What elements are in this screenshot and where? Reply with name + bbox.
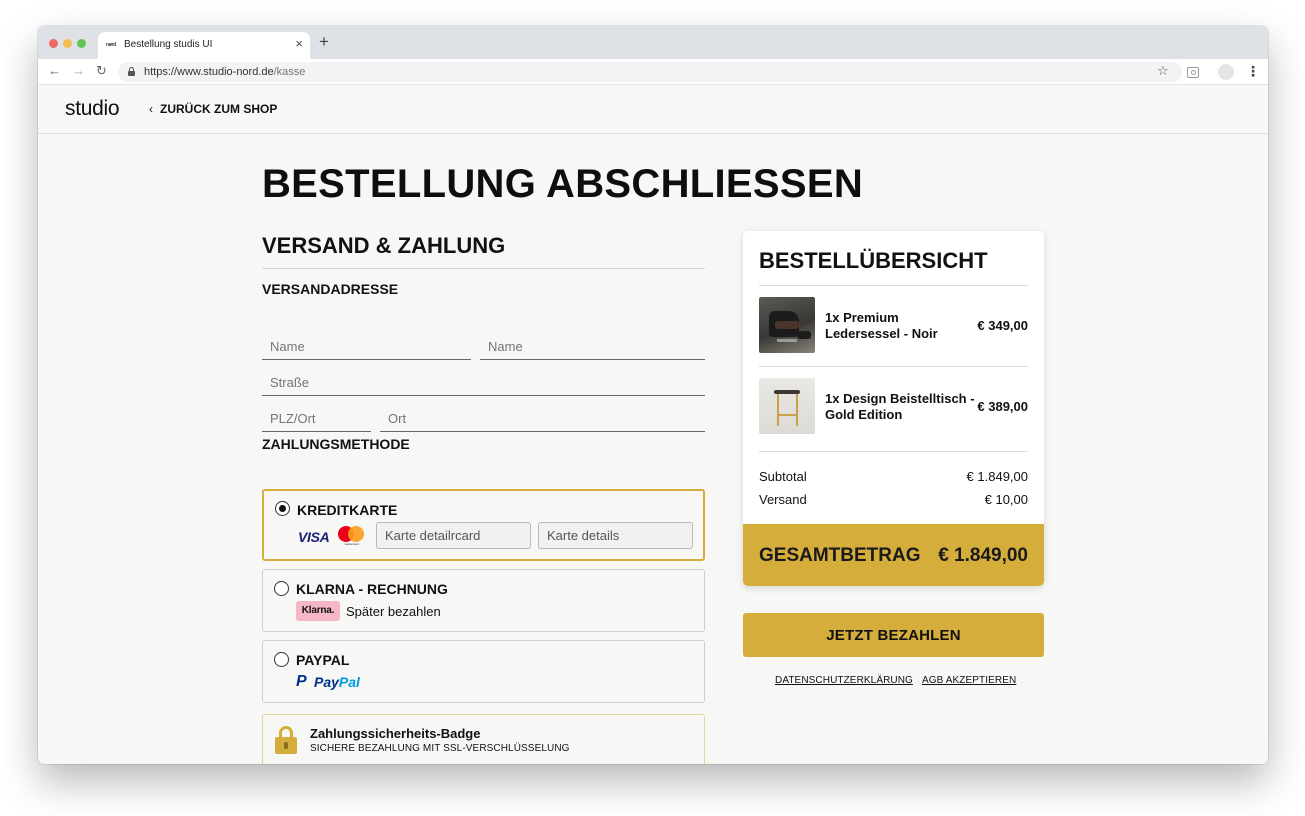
city-input[interactable] bbox=[388, 411, 705, 426]
browser-toolbar: ← → ↻ https://www.studio-nord.de/kasse ☆… bbox=[38, 59, 1268, 85]
new-tab-button[interactable]: + bbox=[319, 32, 329, 52]
product-image-side-table bbox=[759, 378, 815, 434]
chevron-left-icon: ‹ bbox=[149, 102, 153, 116]
browser-tab-active[interactable]: nørd Bestellung studis UI × bbox=[98, 32, 310, 59]
padlock-icon bbox=[275, 726, 297, 754]
terms-link[interactable]: AGB AKZEPTIEREN bbox=[922, 675, 1016, 686]
mastercard-caption: mastercard bbox=[343, 542, 359, 546]
last-name-input[interactable] bbox=[488, 339, 705, 354]
security-title: Zahlungssicherheits-Badge bbox=[310, 726, 481, 741]
item-price: € 349,00 bbox=[977, 318, 1028, 333]
security-subtitle: SICHERE BEZAHLUNG MIT SSL-VERSCHLÜSSELUN… bbox=[310, 743, 570, 754]
first-name-input[interactable] bbox=[270, 339, 471, 354]
subtotal-label: Subtotal bbox=[759, 469, 807, 484]
subtotal-value: € 1.849,00 bbox=[966, 469, 1028, 484]
kebab-menu-icon[interactable]: ⋮ bbox=[1246, 63, 1260, 79]
tab-close-icon[interactable]: × bbox=[295, 37, 303, 51]
mastercard-icon: mastercard bbox=[338, 526, 365, 546]
address-bar[interactable]: https://www.studio-nord.de/kasse bbox=[118, 62, 1182, 82]
minimize-window-button[interactable] bbox=[63, 39, 72, 48]
section-title: VERSAND & ZAHLUNG bbox=[262, 233, 506, 258]
page: studio ‹ ZURÜCK ZUM SHOP BESTELLUNG ABSCH… bbox=[38, 85, 1268, 764]
item-name: 1x Design Beistelltisch - Gold Edition bbox=[825, 391, 975, 422]
zip-input[interactable] bbox=[270, 411, 371, 426]
back-arrow-icon[interactable]: ← bbox=[48, 63, 61, 79]
pay-now-button[interactable]: JETZT BEZAHLEN bbox=[743, 613, 1044, 657]
url-path: /kasse bbox=[273, 66, 306, 78]
order-summary: BESTELLÜBERSICHT 1x Premium Ledersessel … bbox=[743, 231, 1044, 586]
star-icon[interactable]: ☆ bbox=[1157, 63, 1169, 79]
forward-arrow-icon[interactable]: → bbox=[72, 63, 85, 79]
summary-title: BESTELLÜBERSICHT bbox=[759, 248, 988, 273]
shipping-cost-label: Versand bbox=[759, 492, 807, 507]
card-details-field[interactable] bbox=[538, 522, 693, 549]
total-label: GESAMTBETRAG bbox=[759, 545, 921, 566]
visa-icon: VISA bbox=[298, 529, 330, 545]
back-to-shop-link[interactable]: ‹ ZURÜCK ZUM SHOP bbox=[149, 102, 277, 116]
card-number-field[interactable] bbox=[376, 522, 531, 549]
lock-icon bbox=[128, 67, 135, 76]
divider bbox=[759, 451, 1028, 452]
maximize-window-button[interactable] bbox=[77, 39, 86, 48]
klarna-radio[interactable] bbox=[274, 581, 289, 596]
street-input[interactable] bbox=[270, 375, 705, 390]
site-logo[interactable]: studio bbox=[65, 97, 120, 121]
divider bbox=[759, 285, 1028, 286]
payment-heading: ZAHLUNGSMETHODE bbox=[262, 436, 410, 452]
klarna-subtext: Später bezahlen bbox=[346, 604, 441, 619]
klarna-label: KLARNA - RECHNUNG bbox=[296, 581, 448, 597]
paypal-icon: P bbox=[296, 673, 307, 690]
total-bar: GESAMTBETRAG € 1.849,00 bbox=[743, 524, 1044, 586]
close-window-button[interactable] bbox=[49, 39, 58, 48]
item-name: 1x Premium Ledersessel - Noir bbox=[825, 310, 938, 341]
payment-option-credit-card[interactable]: KREDITKARTE VISA mastercard bbox=[262, 489, 705, 561]
browser-tabbar: nørd Bestellung studis UI × + bbox=[38, 26, 1268, 59]
street-field[interactable] bbox=[262, 372, 705, 396]
back-link-label: ZURÜCK ZUM SHOP bbox=[160, 102, 278, 116]
item-price: € 389,00 bbox=[977, 399, 1028, 414]
credit-card-label: KREDITKARTE bbox=[297, 502, 398, 518]
last-name-field[interactable] bbox=[480, 336, 705, 360]
payment-option-paypal[interactable]: PAYPAL P PayPal bbox=[262, 640, 705, 703]
page-title: BESTELLUNG ABSCHLIESSEN bbox=[262, 162, 864, 206]
city-field[interactable] bbox=[380, 408, 705, 432]
paypal-label: PAYPAL bbox=[296, 652, 350, 668]
zip-field[interactable] bbox=[262, 408, 371, 432]
url-text: https://www.studio-nord.de/kasse bbox=[144, 66, 305, 78]
favicon-icon: nørd bbox=[106, 42, 116, 48]
paypal-logo-text: PayPal bbox=[314, 674, 360, 690]
total-value: € 1.849,00 bbox=[938, 545, 1028, 566]
browser-window: nørd Bestellung studis UI × + ← → ↻ http… bbox=[38, 26, 1268, 764]
card-number-input[interactable] bbox=[385, 523, 522, 548]
card-details-input[interactable] bbox=[547, 523, 684, 548]
first-name-field[interactable] bbox=[262, 336, 471, 360]
divider bbox=[262, 268, 705, 269]
klarna-logo-icon: Klarna. bbox=[296, 601, 340, 621]
payment-option-klarna[interactable]: KLARNA - RECHNUNG Klarna. Später bezahle… bbox=[262, 569, 705, 632]
security-badge: Zahlungssicherheits-Badge SICHERE BEZAHL… bbox=[262, 714, 705, 764]
divider bbox=[759, 366, 1028, 367]
tab-title: Bestellung studis UI bbox=[124, 39, 213, 50]
product-image-chair bbox=[759, 297, 815, 353]
site-header: studio ‹ ZURÜCK ZUM SHOP bbox=[38, 85, 1268, 134]
url-host: https://www.studio-nord.de bbox=[144, 66, 274, 78]
shipping-cost-value: € 10,00 bbox=[984, 492, 1028, 507]
profile-avatar[interactable] bbox=[1218, 64, 1234, 80]
paypal-radio[interactable] bbox=[274, 652, 289, 667]
shipping-heading: VERSANDADRESSE bbox=[262, 281, 399, 297]
credit-card-radio[interactable] bbox=[275, 501, 290, 516]
reload-icon[interactable]: ↻ bbox=[96, 63, 107, 79]
privacy-policy-link[interactable]: DATENSCHUTZERKLÄRUNG bbox=[775, 675, 913, 686]
extension-icon[interactable] bbox=[1187, 67, 1199, 78]
